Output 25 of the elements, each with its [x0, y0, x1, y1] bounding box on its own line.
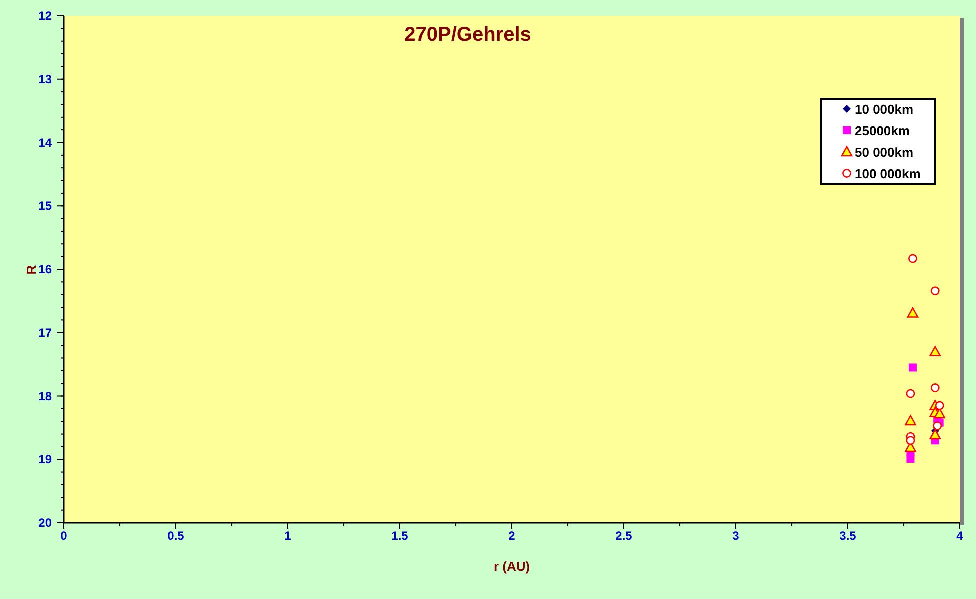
- x-tick-label: 3.5: [840, 529, 856, 543]
- chart-title: 270P/Gehrels: [404, 24, 532, 46]
- legend-label: 100 000km: [855, 166, 921, 182]
- x-tick-label: 1.5: [392, 529, 408, 543]
- x-tick-label: 4: [956, 529, 964, 543]
- legend-label: 25000km: [855, 124, 910, 138]
- y-tick-label: 14: [38, 136, 52, 150]
- x-axis-title: r (AU): [494, 559, 530, 574]
- y-tick-label: 12: [38, 9, 52, 23]
- y-tick-label: 19: [38, 452, 52, 467]
- y-tick-label: 17: [38, 326, 52, 340]
- x-tick-label: 2.5: [616, 529, 632, 543]
- y-tick-label: 18: [38, 389, 52, 404]
- legend-label: 10 000km: [855, 102, 914, 117]
- y-tick-label: 15: [38, 199, 52, 214]
- x-tick-label: 3: [732, 529, 740, 543]
- y-tick-label: 13: [38, 72, 52, 86]
- x-tick-label: 0: [60, 529, 68, 543]
- legend-label: 50 000km: [855, 145, 914, 160]
- x-tick-label: 1: [284, 529, 292, 543]
- y-tick-label: 20: [38, 516, 52, 530]
- y-axis-title: R: [24, 265, 39, 275]
- x-tick-label: 2: [508, 529, 516, 543]
- x-tick-label: 0.5: [168, 529, 184, 543]
- y-tick-label: 16: [38, 262, 52, 276]
